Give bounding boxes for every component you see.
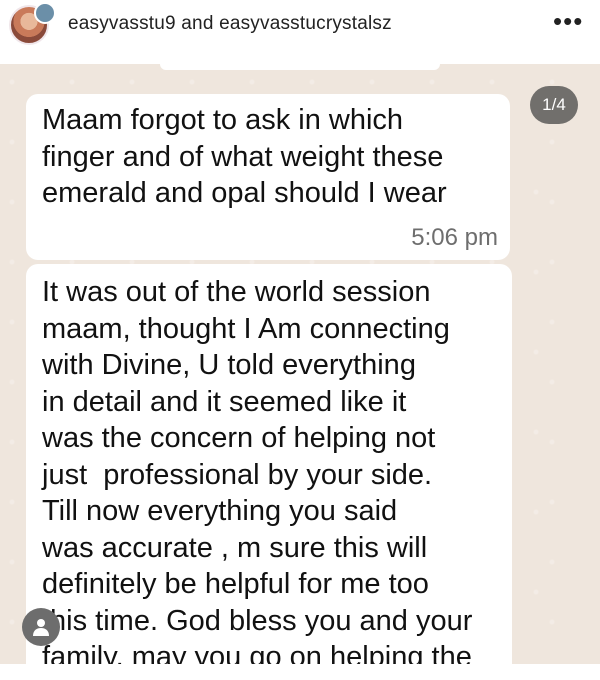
- message-bubble: It was out of the world session maam, th…: [26, 264, 512, 664]
- tagged-user-icon[interactable]: [22, 608, 60, 646]
- message-timestamp: 5:06 pm: [411, 224, 498, 251]
- carousel-page-counter: 1/4: [530, 86, 578, 124]
- post-author-names[interactable]: easyvasstu9 and easyvasstucrystalsz: [68, 13, 392, 35]
- collaborator-avatar[interactable]: [34, 2, 56, 24]
- previous-message-bubble: [160, 64, 440, 70]
- post-image: Maam forgot to ask in which finger and o…: [0, 64, 600, 664]
- post-header: easyvasstu9 and easyvasstucrystalsz •••: [0, 0, 600, 64]
- message-text: It was out of the world session maam, th…: [42, 276, 473, 664]
- message-text: Maam forgot to ask in which finger and o…: [42, 104, 447, 209]
- more-horizontal-icon[interactable]: •••: [553, 8, 583, 34]
- message-bubble: Maam forgot to ask in which finger and o…: [26, 94, 510, 260]
- post-footer: [0, 664, 600, 680]
- person-icon: [33, 619, 49, 636]
